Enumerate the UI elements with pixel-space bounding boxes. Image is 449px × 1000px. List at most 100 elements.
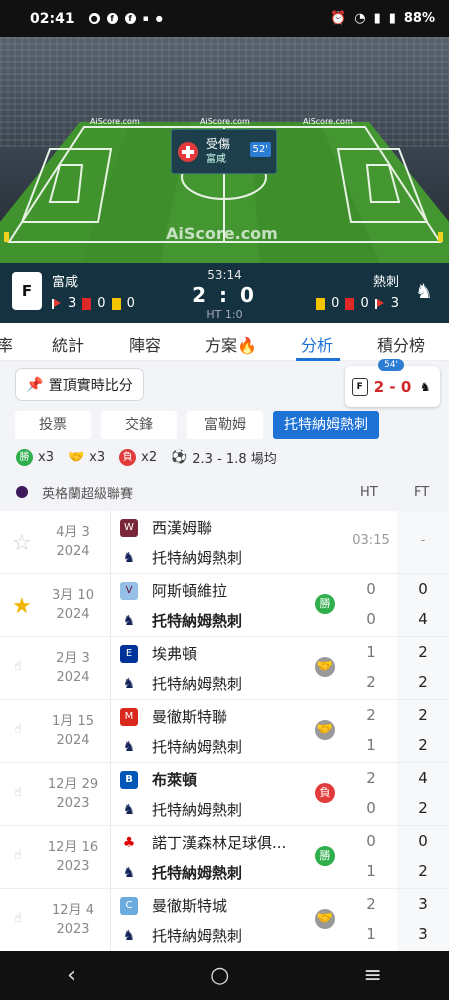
tab-analysis[interactable]: 分析 bbox=[301, 332, 333, 356]
tab-tips[interactable]: 方案🔥 bbox=[205, 332, 257, 356]
home-icon[interactable]: ○ bbox=[210, 963, 229, 988]
ht-home: 2 bbox=[366, 895, 376, 913]
home-team-name: 曼徹斯特城 bbox=[152, 897, 228, 915]
home-team[interactable]: F 富咸 3 0 0 bbox=[12, 271, 135, 311]
star-icon[interactable]: ★ bbox=[12, 594, 32, 619]
status-time: 02:41 bbox=[30, 10, 75, 27]
ft-away: 2 bbox=[418, 673, 428, 691]
ht-away: 0 bbox=[366, 799, 376, 817]
filter-tottenham[interactable]: 托特納姆熱刺 bbox=[273, 411, 379, 439]
chat-icon: ● bbox=[88, 13, 100, 24]
ht-home: 1 bbox=[366, 643, 376, 661]
filter-fulham[interactable]: 富勒姆 bbox=[187, 411, 263, 439]
battery-level: 88% bbox=[403, 11, 435, 26]
ht-away: 0 bbox=[366, 610, 376, 628]
match-year: 2023 bbox=[56, 859, 90, 874]
home-reds: 0 bbox=[97, 296, 106, 311]
h2h-filters: 投票 交鋒 富勒姆 托特納姆熱刺 bbox=[15, 411, 435, 439]
tap-trend-icon[interactable]: ☝ bbox=[14, 848, 32, 866]
yellow-card-icon bbox=[316, 297, 326, 310]
live-pitch[interactable]: AiScore.com AiScore.com AiScore.com AiSc… bbox=[0, 37, 449, 263]
filter-h2h[interactable]: 交鋒 bbox=[101, 411, 177, 439]
match-row[interactable]: ☝ 12月 29 2023 B 布萊頓 ♞ 托特納姆熱刺 負 2 0 4 2 bbox=[0, 763, 449, 826]
ft-away: 2 bbox=[418, 736, 428, 754]
ht-home: 2 bbox=[366, 706, 376, 724]
win-badge: 勝 bbox=[16, 448, 33, 466]
spurs-crest-icon: ♞ bbox=[120, 611, 138, 630]
ft-home: 4 bbox=[418, 769, 428, 787]
tab-lineup[interactable]: 陣容 bbox=[129, 332, 161, 356]
ft-home: 2 bbox=[418, 706, 428, 724]
red-card-icon bbox=[345, 297, 355, 310]
tap-trend-icon[interactable]: ☝ bbox=[14, 785, 32, 803]
premier-league-icon bbox=[16, 486, 28, 498]
floating-score[interactable]: 54' F 2 - 0 ♞ bbox=[345, 359, 440, 407]
match-year: 2024 bbox=[56, 733, 90, 748]
system-nav-bar: ‹ ○ ≡ bbox=[0, 951, 449, 1000]
h2h-summary: 勝 x3 🤝 x3 負 x2 ⚽ 2.3 - 1.8 場均 bbox=[0, 442, 449, 472]
handshake-icon: 🤝 bbox=[67, 449, 85, 465]
home-corners: 3 bbox=[68, 296, 77, 311]
battery-icon: ▮ bbox=[388, 11, 396, 26]
back-icon[interactable]: ‹ bbox=[67, 963, 76, 988]
tap-trend-icon[interactable]: ☝ bbox=[14, 659, 32, 677]
league-header: 英格蘭超級聯賽 HT FT bbox=[0, 473, 449, 511]
ft-home: 3 bbox=[418, 895, 428, 913]
ft-home: 0 bbox=[418, 580, 428, 598]
scoreboard: 53:14 2 : 0 HT 1:0 F 富咸 3 0 0 熱刺 0 0 3 ♞ bbox=[0, 263, 449, 323]
recents-icon[interactable]: ≡ bbox=[363, 963, 381, 988]
ft-home: 0 bbox=[418, 832, 428, 850]
spurs-crest-icon: ♞ bbox=[120, 926, 138, 945]
away-team[interactable]: 熱刺 0 0 3 ♞ bbox=[316, 271, 439, 311]
home-team-name: 西漢姆聯 bbox=[152, 519, 213, 537]
signal-icon: ▮ bbox=[373, 11, 381, 26]
match-row[interactable]: ☝ 12月 4 2023 C 曼徹斯特城 ♞ 托特納姆熱刺 🤝 2 1 3 3 bbox=[0, 889, 449, 952]
man-united-crest-icon: M bbox=[120, 707, 138, 726]
ticker-icon: ▪ bbox=[142, 13, 149, 24]
filter-vote[interactable]: 投票 bbox=[15, 411, 91, 439]
draw-handshake-icon: 🤝 bbox=[315, 657, 335, 677]
tab-odds[interactable]: 率 bbox=[0, 332, 13, 356]
ft-away: 4 bbox=[418, 610, 428, 628]
spurs-crest-icon: ♞ bbox=[419, 379, 431, 394]
ht-column-header: HT bbox=[360, 484, 378, 500]
ht-away: 1 bbox=[366, 736, 376, 754]
match-date: 3月 10 bbox=[52, 588, 94, 603]
ht-home: 0 bbox=[366, 832, 376, 850]
match-year: 2023 bbox=[56, 922, 90, 937]
red-card-icon bbox=[82, 297, 92, 310]
loss-badge: 負 bbox=[119, 448, 137, 466]
match-row[interactable]: ☝ 1月 15 2024 M 曼徹斯特聯 ♞ 托特納姆熱刺 🤝 2 1 2 2 bbox=[0, 700, 449, 763]
alarm-icon: ⏰ bbox=[330, 11, 347, 26]
home-team-name: 諾丁漢森林足球俱... bbox=[152, 834, 287, 852]
ht-away: 1 bbox=[366, 862, 376, 880]
spurs-crest-icon: ♞ bbox=[415, 279, 433, 303]
match-row[interactable]: ☝ 2月 3 2024 E 埃弗頓 ♞ 托特納姆熱刺 🤝 1 2 2 2 bbox=[0, 637, 449, 700]
event-title: 受傷 bbox=[206, 136, 231, 151]
fulham-crest-icon: F bbox=[12, 272, 42, 310]
fulham-crest-icon: F bbox=[351, 377, 368, 396]
tab-standings[interactable]: 積分榜 bbox=[377, 332, 425, 356]
tab-stats[interactable]: 統計 bbox=[52, 332, 84, 356]
tap-trend-icon[interactable]: ☝ bbox=[14, 911, 32, 929]
draws-count: x3 bbox=[89, 449, 106, 465]
ft-score: - bbox=[420, 533, 426, 548]
ht-home: 0 bbox=[366, 580, 376, 598]
match-date: 12月 16 bbox=[47, 840, 99, 855]
result-badge: 勝 bbox=[315, 846, 335, 866]
pin-live-score-button[interactable]: 📌 置頂實時比分 bbox=[15, 368, 144, 401]
everton-crest-icon: E bbox=[120, 644, 138, 663]
match-row[interactable]: ☝ 12月 16 2023 ♣ 諾丁漢森林足球俱... ♞ 托特納姆熱刺 勝 0 1 0… bbox=[0, 826, 449, 889]
man-city-crest-icon: C bbox=[120, 896, 138, 915]
status-bar: 02:41 ● f f ▪ ● ⏰ ◔ ▮ ▮ 88% bbox=[0, 0, 449, 37]
facebook-icon: f bbox=[106, 13, 118, 24]
tap-trend-icon[interactable]: ☝ bbox=[14, 722, 32, 740]
star-icon[interactable]: ☆ bbox=[12, 531, 32, 556]
match-row[interactable]: ★ 3月 10 2024 V 阿斯頓維拉 ♞ 托特納姆熱刺 勝 0 0 0 4 bbox=[0, 574, 449, 637]
away-team-name: 托特納姆熱刺 bbox=[152, 801, 243, 819]
match-year: 2024 bbox=[56, 670, 90, 685]
match-tabs: 率 統計 陣容 方案🔥 分析 積分榜 bbox=[0, 323, 449, 361]
corner-flag-icon bbox=[374, 298, 385, 309]
match-row[interactable]: ☆ 4月 3 2024 W 西漢姆聯 ♞ 托特納姆熱刺 03:15 - bbox=[0, 511, 449, 574]
ft-home: 2 bbox=[418, 643, 428, 661]
